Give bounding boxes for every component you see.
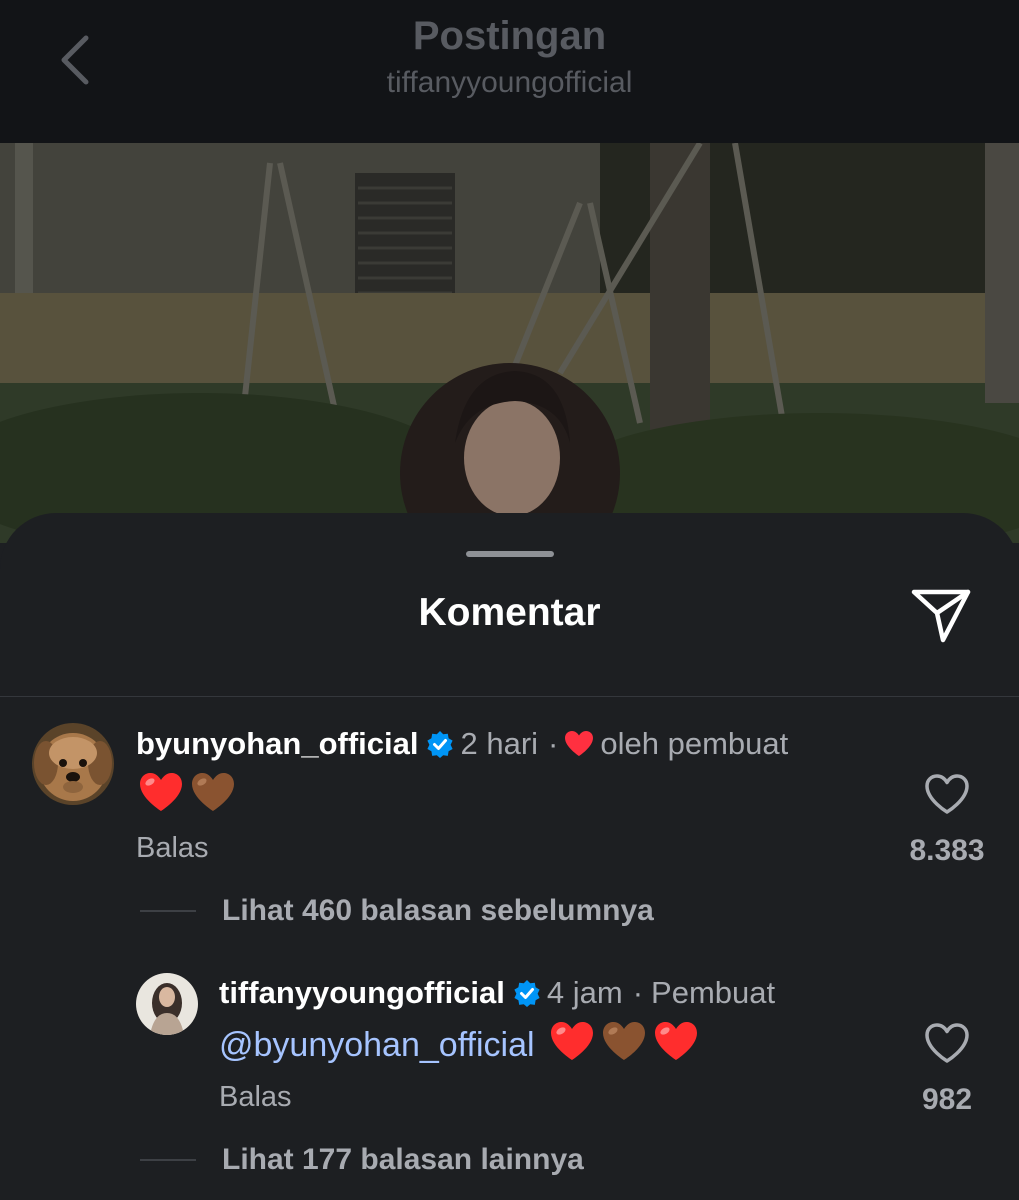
- creator-liked-heart-icon: [565, 731, 594, 756]
- reply-button[interactable]: Balas: [136, 832, 209, 865]
- avatar[interactable]: [136, 973, 198, 1035]
- liked-by-creator-label: oleh pembuat: [600, 726, 789, 761]
- thread-line: [140, 1159, 196, 1161]
- page-subtitle: tiffanyyoungofficial: [386, 66, 633, 99]
- verified-badge-icon: [514, 980, 540, 1007]
- post-photo: [0, 143, 1019, 543]
- creator-label: Pembuat: [651, 975, 776, 1010]
- red-heart-emoji: [654, 1022, 697, 1060]
- brown-heart-emoji: [192, 773, 234, 811]
- comment-meta: tiffanyyoungofficial 4 jam · Pembuat: [219, 973, 775, 1013]
- red-heart-emoji: [550, 1022, 593, 1060]
- sheet-grabber[interactable]: [466, 551, 554, 557]
- view-previous-replies[interactable]: Lihat 460 balasan sebelumnya: [222, 894, 654, 928]
- comment-time: 4 jam: [546, 975, 623, 1010]
- mention-link[interactable]: @byunyohan_official: [219, 1026, 535, 1064]
- comment-username[interactable]: byunyohan_official: [136, 726, 418, 761]
- view-more-replies[interactable]: Lihat 177 balasan lainnya: [222, 1143, 584, 1177]
- like-count: 982: [921, 1083, 973, 1116]
- brown-heart-emoji: [602, 1022, 645, 1060]
- thread-line: [140, 910, 196, 912]
- sheet-divider: [0, 696, 1019, 697]
- send-icon: [911, 589, 971, 643]
- meta-separator: ·: [632, 975, 644, 1010]
- like-button[interactable]: [923, 1021, 971, 1065]
- verified-badge-icon: [427, 731, 454, 758]
- heart-outline-icon: [925, 774, 969, 814]
- heart-outline-icon: [925, 1023, 969, 1063]
- meta-separator: ·: [548, 726, 559, 761]
- comment-body: @byunyohan_official: [219, 1019, 705, 1069]
- like-button[interactable]: [923, 772, 971, 816]
- avatar[interactable]: [32, 723, 114, 805]
- sheet-title: Komentar: [418, 591, 601, 634]
- share-button[interactable]: [908, 586, 974, 646]
- comment-username[interactable]: tiffanyyoungofficial: [219, 975, 505, 1010]
- comment-time: 2 hari: [460, 726, 539, 761]
- reply-button[interactable]: Balas: [219, 1081, 292, 1114]
- like-count: 8.383: [909, 834, 985, 867]
- page-title: Postingan: [412, 14, 607, 58]
- top-bar: Postingan tiffanyyoungofficial: [0, 0, 1019, 143]
- red-heart-emoji: [140, 773, 182, 811]
- app-screen: Postingan tiffanyyoungofficial Komentar …: [0, 0, 1019, 1200]
- comment-meta: byunyohan_official 2 hari · oleh pembuat: [136, 724, 788, 764]
- comment-body: [138, 770, 242, 818]
